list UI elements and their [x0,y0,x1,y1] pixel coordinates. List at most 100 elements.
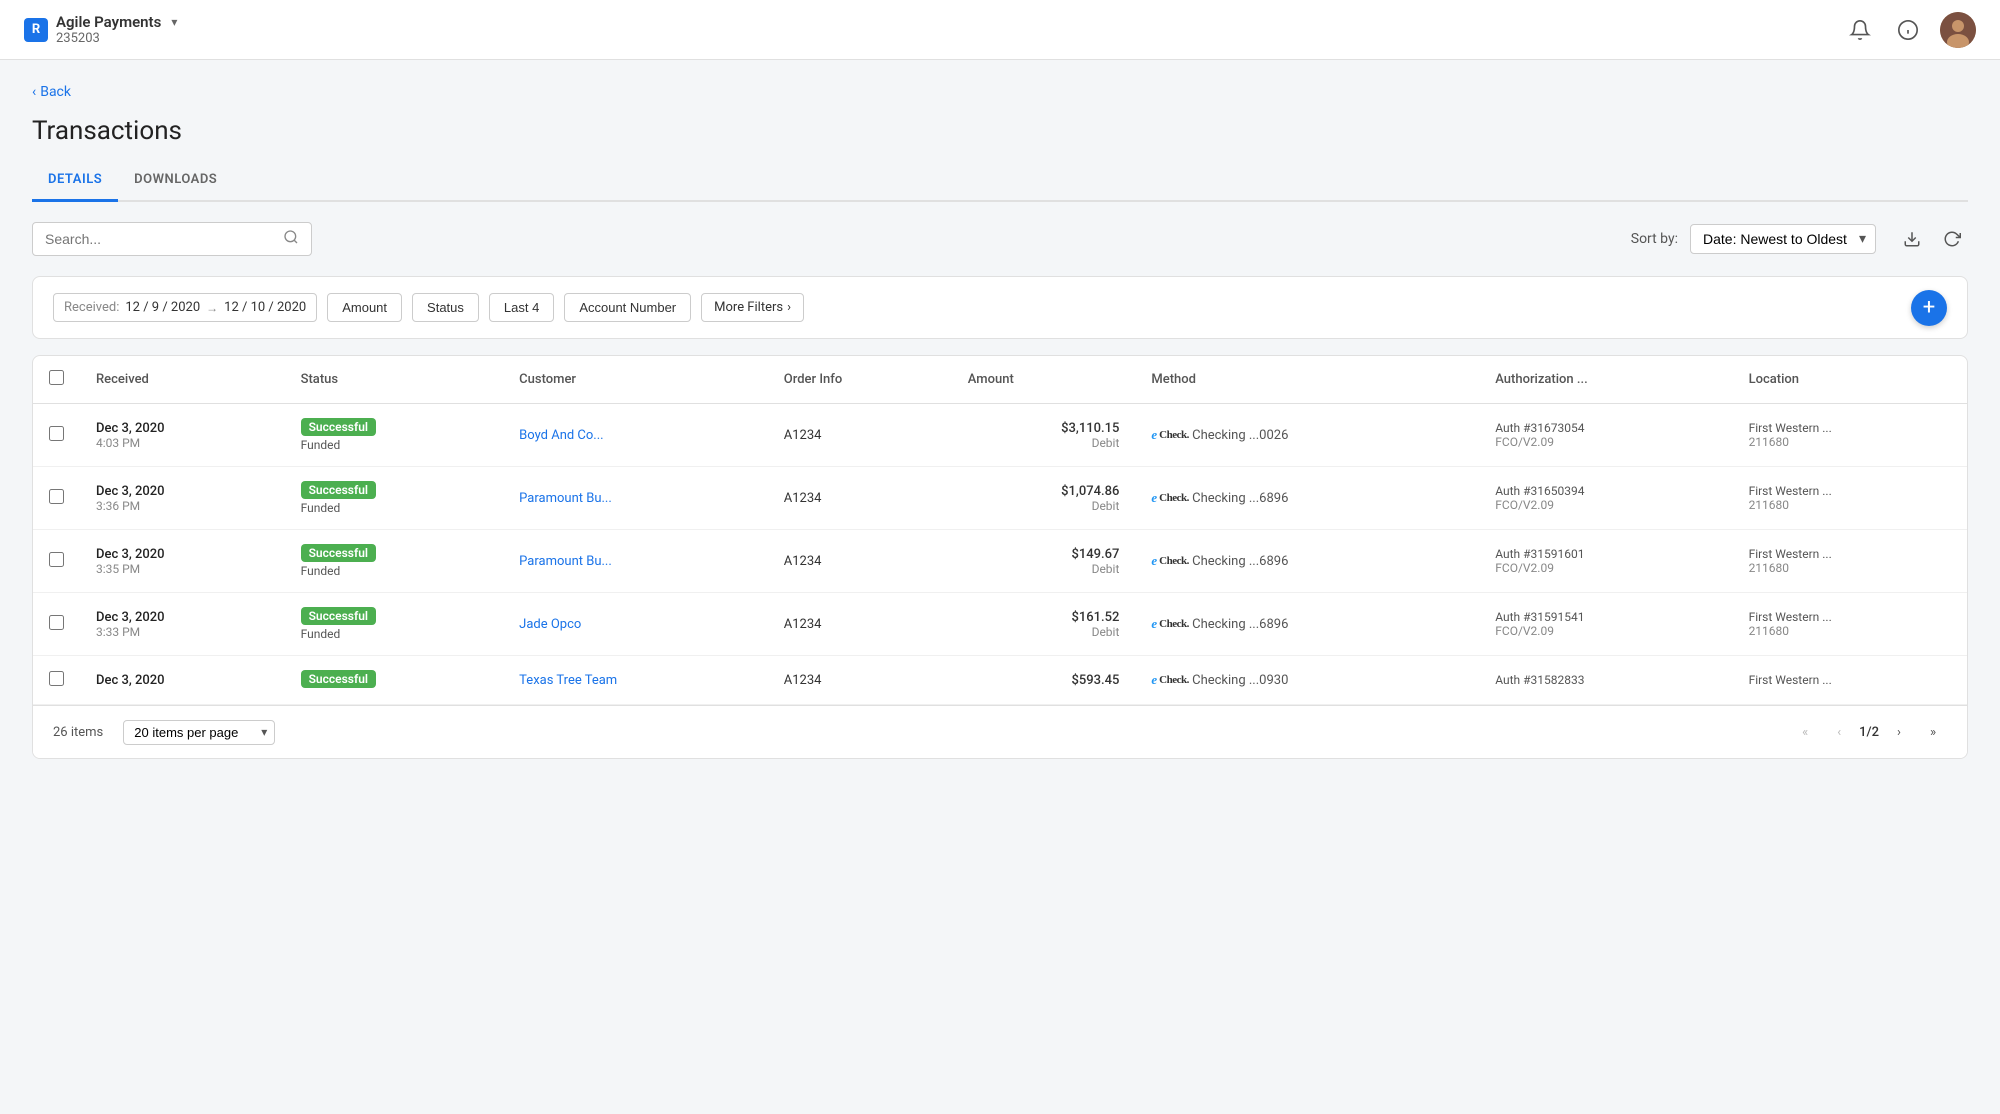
brand-badge: R [24,18,48,42]
cell-received-2: Dec 3, 2020 3:35 PM [80,530,285,593]
back-label: Back [40,84,71,100]
per-page-wrapper: 10 items per page 20 items per page 50 i… [123,720,275,745]
col-amount: Amount [952,356,1136,404]
toolbar-icons [1896,223,1968,255]
cell-customer-0[interactable]: Boyd And Co... [503,404,768,467]
main-content: ‹ Back Transactions DETAILS DOWNLOADS So… [0,60,2000,783]
cell-status-2: Successful Funded [285,530,504,593]
items-count: 26 items [53,725,103,740]
cell-auth-4: Auth #31582833 [1479,656,1732,705]
more-filters-label: More Filters [714,300,783,315]
cell-received-1: Dec 3, 2020 3:36 PM [80,467,285,530]
sort-label: Sort by: [1631,231,1678,247]
info-icon[interactable] [1892,14,1924,46]
cell-location-4: First Western ... [1733,656,1967,705]
cell-method-3: eCheck. Checking ...6896 [1135,593,1479,656]
filter-amount-button[interactable]: Amount [327,293,402,322]
tabs: DETAILS DOWNLOADS [32,162,1968,202]
table-row: Dec 3, 2020 Successful Texas Tree Team A… [33,656,1967,705]
cell-location-0: First Western ... 211680 [1733,404,1967,467]
row-checkbox-2[interactable] [49,552,64,567]
cell-customer-3[interactable]: Jade Opco [503,593,768,656]
table-row: Dec 3, 2020 3:35 PM Successful Funded Pa… [33,530,1967,593]
sort-wrapper: Date: Newest to Oldest Date: Oldest to N… [1690,224,1876,254]
cell-auth-0: Auth #31673054 FCO/V2.09 [1479,404,1732,467]
col-status: Status [285,356,504,404]
table-row: Dec 3, 2020 3:36 PM Successful Funded Pa… [33,467,1967,530]
filter-date-from: 12 / 9 / 2020 [125,300,200,315]
cell-order-info-1: A1234 [768,467,952,530]
notification-icon[interactable] [1844,14,1876,46]
brand-name: Agile Payments [56,13,161,31]
row-checkbox-3[interactable] [49,615,64,630]
cell-location-3: First Western ... 211680 [1733,593,1967,656]
row-checkbox-1[interactable] [49,489,64,504]
add-fab-button[interactable]: + [1911,290,1947,326]
cell-order-info-3: A1234 [768,593,952,656]
page-title: Transactions [32,116,1968,146]
download-icon[interactable] [1896,223,1928,255]
cell-received-0: Dec 3, 2020 4:03 PM [80,404,285,467]
cell-amount-3: $161.52 Debit [952,593,1136,656]
row-checkbox-0[interactable] [49,426,64,441]
cell-status-1: Successful Funded [285,467,504,530]
filter-account-number-button[interactable]: Account Number [564,293,691,322]
row-checkbox-4[interactable] [49,671,64,686]
cell-location-2: First Western ... 211680 [1733,530,1967,593]
search-box [32,222,312,256]
back-link[interactable]: ‹ Back [32,84,1968,100]
cell-order-info-4: A1234 [768,656,952,705]
cell-location-1: First Western ... 211680 [1733,467,1967,530]
cell-method-0: eCheck. Checking ...0026 [1135,404,1479,467]
cell-customer-2[interactable]: Paramount Bu... [503,530,768,593]
received-label: Received: [64,300,119,315]
brand-info: Agile Payments ▾ 235203 [56,13,177,46]
header: R Agile Payments ▾ 235203 [0,0,2000,60]
cell-status-0: Successful Funded [285,404,504,467]
cell-auth-2: Auth #31591601 FCO/V2.09 [1479,530,1732,593]
back-chevron-icon: ‹ [32,84,36,100]
pagination: « ‹ 1/2 › » [1791,718,1947,746]
col-customer: Customer [503,356,768,404]
first-page-button[interactable]: « [1791,718,1819,746]
filter-last4-button[interactable]: Last 4 [489,293,554,322]
sort-select[interactable]: Date: Newest to Oldest Date: Oldest to N… [1690,224,1876,254]
cell-method-2: eCheck. Checking ...6896 [1135,530,1479,593]
brand-chevron-icon[interactable]: ▾ [171,15,177,29]
refresh-icon[interactable] [1936,223,1968,255]
cell-method-4: eCheck. Checking ...0930 [1135,656,1479,705]
filters-bar: Received: 12 / 9 / 2020 → 12 / 10 / 2020… [32,276,1968,339]
cell-customer-4[interactable]: Texas Tree Team [503,656,768,705]
cell-customer-1[interactable]: Paramount Bu... [503,467,768,530]
cell-status-3: Successful Funded [285,593,504,656]
table-footer: 26 items 10 items per page 20 items per … [33,705,1967,758]
avatar[interactable] [1940,12,1976,48]
filter-date-arrow-icon: → [206,301,218,315]
more-filters-chevron-icon: › [787,300,791,315]
col-order-info: Order Info [768,356,952,404]
cell-order-info-0: A1234 [768,404,952,467]
cell-received-4: Dec 3, 2020 [80,656,285,705]
cell-auth-3: Auth #31591541 FCO/V2.09 [1479,593,1732,656]
tab-details[interactable]: DETAILS [32,162,118,202]
filter-received[interactable]: Received: 12 / 9 / 2020 → 12 / 10 / 2020 [53,293,317,322]
table-row: Dec 3, 2020 3:33 PM Successful Funded Ja… [33,593,1967,656]
cell-amount-1: $1,074.86 Debit [952,467,1136,530]
prev-page-button[interactable]: ‹ [1825,718,1853,746]
transactions-table: Received Status Customer Order Info Amou… [32,355,1968,759]
filter-status-button[interactable]: Status [412,293,479,322]
filter-more-button[interactable]: More Filters › [701,293,804,322]
col-location: Location [1733,356,1967,404]
cell-received-3: Dec 3, 2020 3:33 PM [80,593,285,656]
cell-amount-0: $3,110.15 Debit [952,404,1136,467]
search-input[interactable] [45,231,275,247]
cell-status-4: Successful [285,656,504,705]
next-page-button[interactable]: › [1885,718,1913,746]
select-all-checkbox[interactable] [49,370,64,385]
last-page-button[interactable]: » [1919,718,1947,746]
per-page-select[interactable]: 10 items per page 20 items per page 50 i… [123,720,275,745]
tab-downloads[interactable]: DOWNLOADS [118,162,233,202]
filter-date-to: 12 / 10 / 2020 [224,300,306,315]
page-info: 1/2 [1859,725,1879,740]
col-method: Method [1135,356,1479,404]
